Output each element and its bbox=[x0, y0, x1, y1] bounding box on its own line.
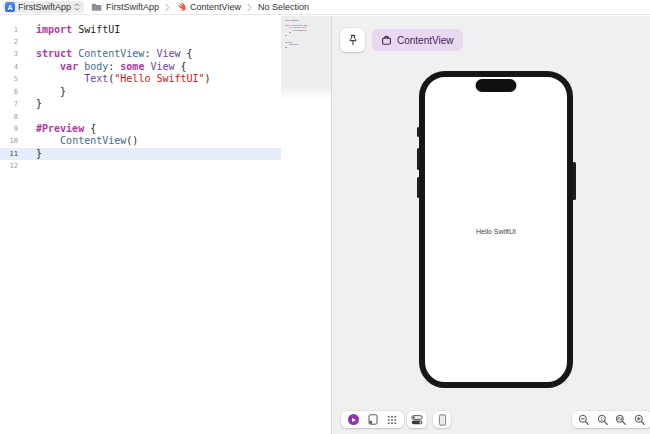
zoom-out-button[interactable] bbox=[578, 414, 590, 426]
project-selector[interactable]: A FirstSwiftApp bbox=[3, 1, 84, 13]
line-number: 2 bbox=[0, 36, 18, 48]
device-settings-button[interactable] bbox=[407, 411, 427, 428]
code-text: } bbox=[36, 86, 66, 98]
side-button bbox=[573, 162, 576, 200]
minimap-code-mark bbox=[304, 25, 307, 26]
code-line-7[interactable]: 7} bbox=[0, 98, 281, 110]
mute-switch bbox=[417, 127, 420, 137]
line-number: 3 bbox=[0, 48, 18, 60]
code-line-11[interactable]: 11} bbox=[0, 148, 281, 160]
line-number: 1 bbox=[0, 24, 18, 36]
code-line-2[interactable]: 2 bbox=[0, 36, 281, 48]
code-text: import SwiftUI bbox=[36, 24, 120, 36]
minimap-code-mark bbox=[289, 44, 298, 45]
preview-tab-label: ContentView bbox=[397, 35, 454, 46]
code-line-3[interactable]: 3 struct ContentView: View { bbox=[0, 48, 281, 60]
variants-mode-button[interactable] bbox=[387, 415, 397, 425]
live-preview-button[interactable] bbox=[348, 414, 359, 425]
minimap-code-mark bbox=[297, 30, 307, 31]
swift-file-icon bbox=[176, 2, 186, 12]
code-line-9[interactable]: 9 #Preview { bbox=[0, 123, 281, 135]
preview-canvas: ContentView Hello SwiftUI bbox=[332, 16, 650, 434]
line-number: 6 bbox=[0, 86, 18, 98]
minimap-code-mark bbox=[285, 35, 287, 36]
line-number: 7 bbox=[0, 98, 18, 110]
line-number: 5 bbox=[0, 73, 18, 85]
line-number: 11 bbox=[0, 148, 18, 160]
preview-device-button[interactable] bbox=[433, 411, 451, 428]
code-text: Text("Hello SwiftUI") bbox=[36, 73, 211, 85]
code-text: } bbox=[36, 98, 42, 110]
code-text: var body: some View { bbox=[36, 61, 187, 73]
preview-mode-group bbox=[341, 411, 404, 428]
volume-up-button bbox=[417, 148, 420, 170]
code-line-6[interactable]: 6 } bbox=[0, 86, 281, 98]
code-line-4[interactable]: 4 var body: some View { bbox=[0, 61, 281, 73]
editor-minimap[interactable] bbox=[281, 16, 331, 100]
app-preview-icon bbox=[381, 35, 392, 46]
line-number: 9 bbox=[0, 123, 18, 135]
selectable-mode-button[interactable] bbox=[368, 414, 378, 425]
minimap-code-mark bbox=[289, 32, 291, 33]
jump-bar: A FirstSwiftApp FirstSwiftApp ContentVie… bbox=[0, 0, 650, 15]
minimap-code-mark bbox=[285, 20, 290, 21]
breadcrumb-folder[interactable]: FirstSwiftApp bbox=[106, 2, 159, 12]
code-text: } bbox=[36, 148, 42, 160]
code-line-10[interactable]: 10 ContentView() bbox=[0, 135, 281, 147]
device-settings-icon bbox=[411, 415, 423, 425]
breadcrumb: FirstSwiftApp ContentView No Selection bbox=[91, 2, 309, 12]
play-icon bbox=[352, 418, 356, 422]
pin-preview-button[interactable] bbox=[340, 28, 365, 52]
minimap-code-mark bbox=[285, 47, 287, 48]
minimap-code-mark bbox=[285, 25, 290, 26]
minimap-code-mark bbox=[291, 20, 299, 21]
minimap-code-mark bbox=[289, 27, 292, 28]
app-project-icon: A bbox=[5, 2, 15, 12]
zoom-controls: 1 bbox=[572, 411, 650, 428]
minimap-code-mark bbox=[293, 27, 301, 28]
code-editor[interactable]: 1 import SwiftUI 23 struct ContentView: Vie… bbox=[0, 16, 331, 434]
zoom-fit-button[interactable] bbox=[615, 414, 627, 426]
line-number: 12 bbox=[0, 160, 18, 172]
breadcrumb-separator-icon bbox=[247, 3, 252, 12]
folder-icon bbox=[91, 3, 102, 12]
code-line-1[interactable]: 1 import SwiftUI bbox=[0, 24, 281, 36]
zoom-100-button[interactable]: 1 bbox=[597, 414, 609, 426]
preview-text[interactable]: Hello SwiftUI bbox=[425, 228, 567, 235]
minimap-code-mark bbox=[291, 25, 303, 26]
line-number: 10 bbox=[0, 135, 18, 147]
code-line-8[interactable]: 8 bbox=[0, 111, 281, 123]
iphone-preview-device[interactable]: Hello SwiftUI bbox=[419, 71, 573, 388]
pin-icon bbox=[347, 34, 359, 47]
code-line-12[interactable]: 12 bbox=[0, 160, 281, 172]
preview-tab-contentview[interactable]: ContentView bbox=[372, 29, 463, 51]
project-name: FirstSwiftApp bbox=[18, 2, 71, 12]
zoom-in-button[interactable] bbox=[634, 414, 646, 426]
code-line-5[interactable]: 5 Text("Hello SwiftUI") bbox=[0, 73, 281, 85]
chevron-updown-icon bbox=[74, 2, 80, 12]
minimap-code-mark bbox=[302, 27, 306, 28]
breadcrumb-selection[interactable]: No Selection bbox=[258, 2, 309, 12]
code-text: ContentView() bbox=[36, 135, 138, 147]
line-number: 8 bbox=[0, 111, 18, 123]
minimap-code-mark bbox=[285, 42, 292, 43]
breadcrumb-file[interactable]: ContentView bbox=[190, 2, 241, 12]
device-phone-icon bbox=[438, 414, 447, 426]
svg-text:1: 1 bbox=[600, 415, 603, 421]
code-text: #Preview { bbox=[36, 123, 96, 135]
dynamic-island bbox=[476, 79, 517, 92]
code-lines: 1 import SwiftUI 23 struct ContentView: Vie… bbox=[0, 24, 281, 173]
code-text: struct ContentView: View { bbox=[36, 48, 193, 60]
volume-down-button bbox=[417, 177, 420, 198]
breadcrumb-separator-icon bbox=[165, 3, 170, 12]
line-number: 4 bbox=[0, 61, 18, 73]
